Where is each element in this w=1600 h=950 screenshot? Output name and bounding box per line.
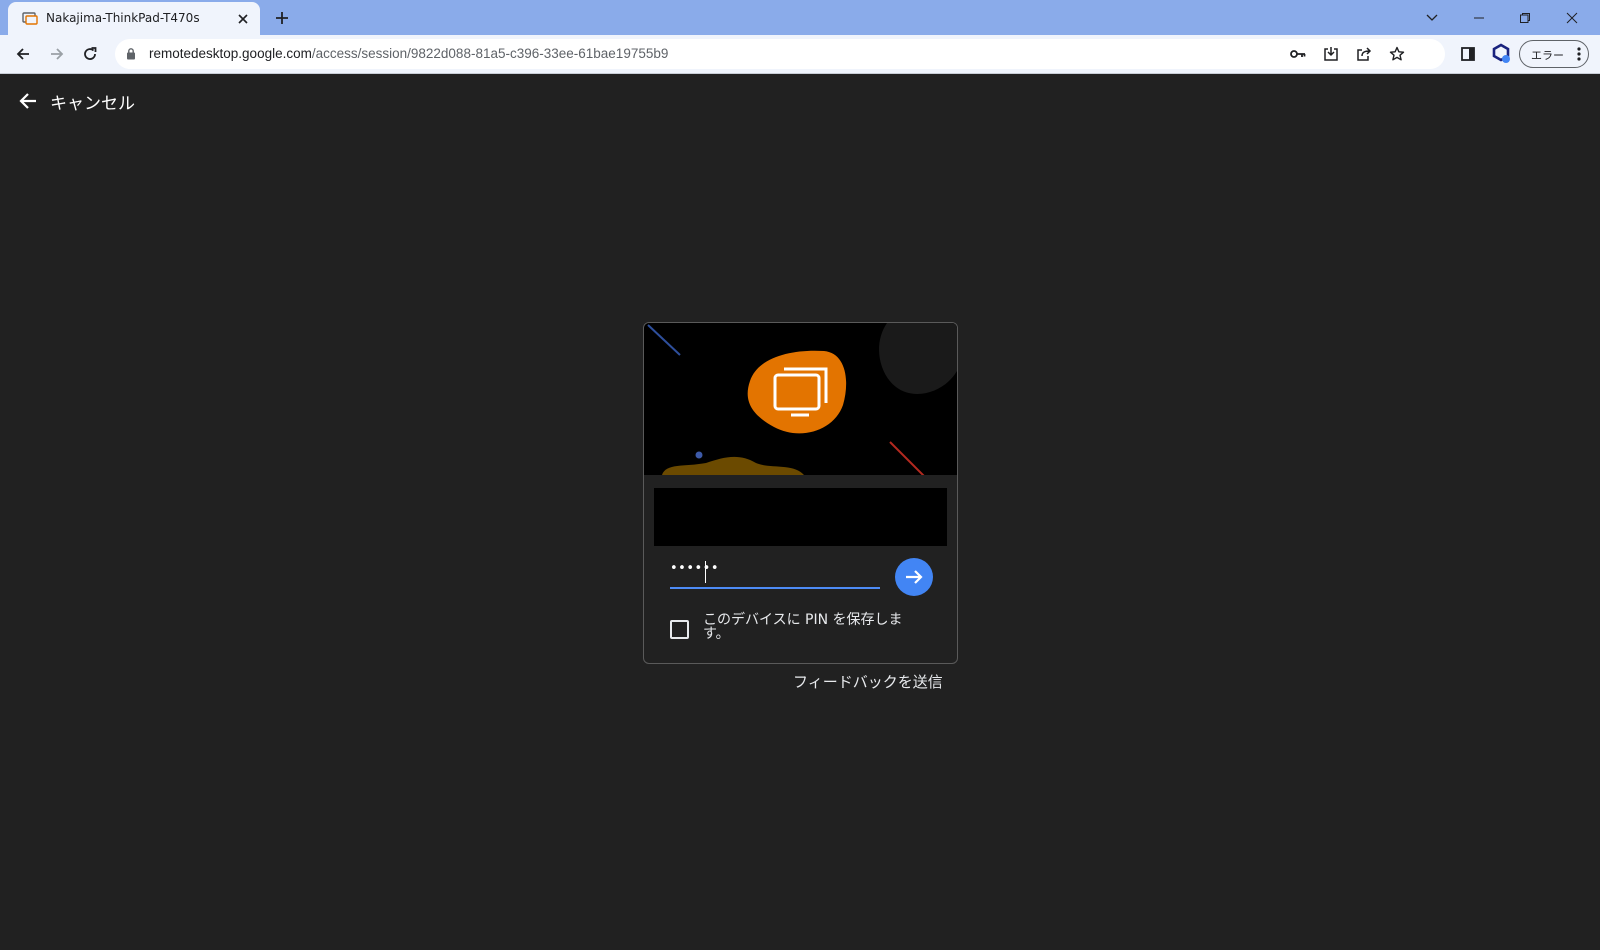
side-panel-icon[interactable] <box>1455 41 1481 67</box>
key-icon[interactable] <box>1286 42 1310 66</box>
bookmark-star-icon[interactable] <box>1385 42 1409 66</box>
arrow-back-icon <box>19 93 36 109</box>
host-name-banner <box>654 488 947 546</box>
profile-error-label: エラー <box>1531 49 1564 62</box>
back-icon[interactable] <box>10 41 36 67</box>
close-tab-icon[interactable] <box>234 10 252 28</box>
lock-icon <box>127 48 135 60</box>
tab-strip: Nakajima-ThinkPad-T470s <box>0 0 1600 35</box>
close-window-icon[interactable] <box>1559 5 1585 31</box>
tab-search-icon[interactable] <box>1419 5 1445 31</box>
profile-error-button[interactable]: エラー <box>1519 40 1589 68</box>
minimize-icon[interactable] <box>1466 5 1492 31</box>
tab-title: Nakajima-ThinkPad-T470s <box>46 11 200 25</box>
install-app-icon[interactable] <box>1319 42 1343 66</box>
text-cursor <box>705 561 706 583</box>
extension-icon[interactable] <box>1488 41 1514 67</box>
submit-pin-button[interactable] <box>895 558 933 596</box>
cancel-button[interactable]: キャンセル <box>18 88 135 114</box>
remember-pin-label: このデバイスに PIN を保存します。 <box>703 612 903 642</box>
new-tab-icon[interactable] <box>271 7 293 29</box>
remote-desktop-favicon-icon <box>22 12 38 25</box>
restore-icon[interactable] <box>1512 5 1538 31</box>
url-host: remotedesktop.google.com <box>149 46 312 61</box>
url-path: /access/session/9822d088-81a5-c396-33ee-… <box>311 46 669 61</box>
remember-pin-checkbox[interactable] <box>670 620 689 639</box>
remote-desktop-illustration <box>647 323 957 475</box>
cancel-label: キャンセル <box>50 93 135 114</box>
more-menu-icon <box>1577 47 1581 61</box>
reload-icon[interactable] <box>77 41 103 67</box>
hero-illustration <box>644 323 957 475</box>
send-feedback-link[interactable]: フィードバックを送信 <box>793 671 943 692</box>
remote-desktop-page: キャンセル •••••• このデバイスに PIN を保存します。 フィードバック… <box>0 74 1600 950</box>
pin-entry-card: •••••• このデバイスに PIN を保存します。 <box>643 322 958 664</box>
url-text: remotedesktop.google.com/access/session/… <box>149 46 668 61</box>
pin-value: •••••• <box>670 561 720 576</box>
address-bar[interactable]: remotedesktop.google.com/access/session/… <box>115 39 1445 69</box>
browser-toolbar: remotedesktop.google.com/access/session/… <box>0 35 1600 74</box>
forward-icon[interactable] <box>44 41 70 67</box>
browser-tab[interactable]: Nakajima-ThinkPad-T470s <box>8 2 260 35</box>
share-icon[interactable] <box>1352 42 1376 66</box>
arrow-forward-icon <box>906 570 923 584</box>
